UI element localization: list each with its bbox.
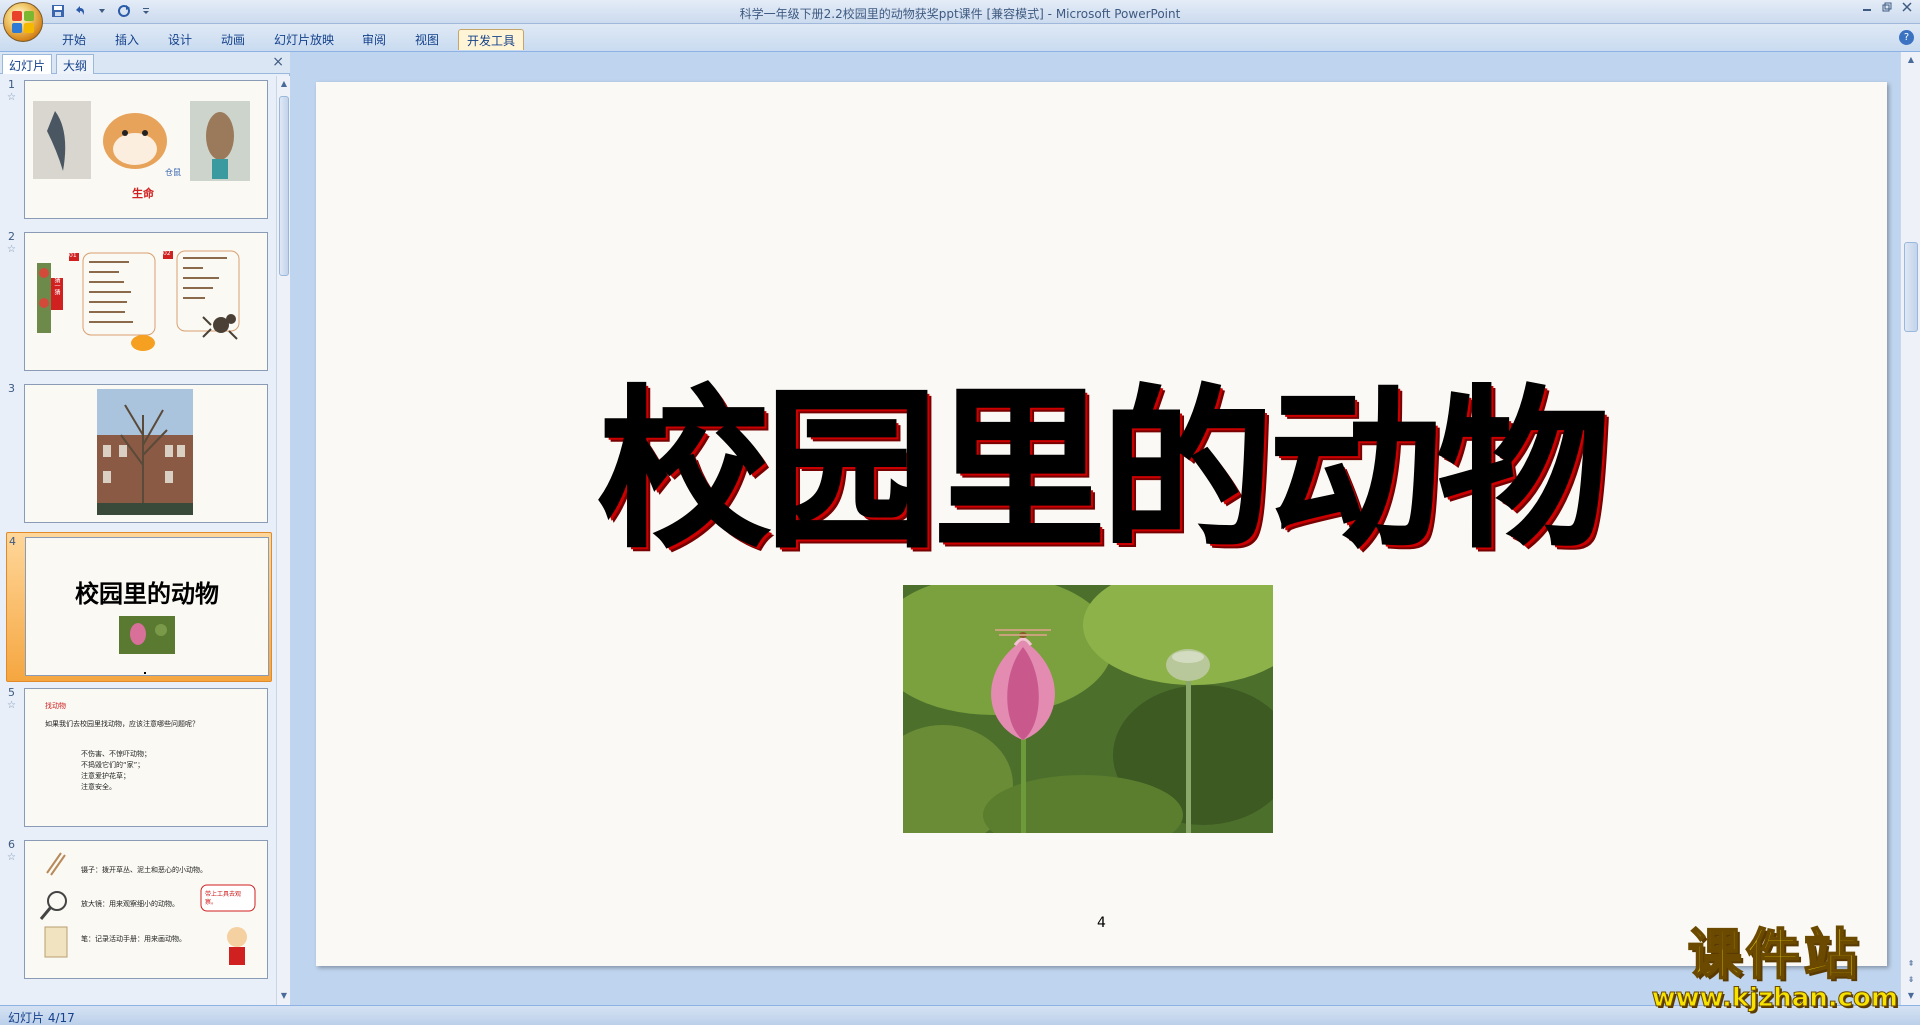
- office-button[interactable]: [3, 2, 43, 42]
- thumb-bubble: 带上工具去观察。: [205, 891, 242, 906]
- animation-star-icon: ☆: [7, 852, 16, 863]
- tab-slideshow[interactable]: 幻灯片放映: [266, 29, 342, 50]
- slide-number: 5: [8, 686, 15, 699]
- thumb-row: 放大镜：用来观察细小的动物。: [81, 900, 179, 908]
- pane-tab-bar: 幻灯片 大纲 ×: [0, 52, 290, 74]
- scrollbar-thumb[interactable]: [1904, 242, 1918, 332]
- thumbnail-canvas: 找动物 如果我们去校园里找动物，应该注意哪些问题呢？ 不伤害、不惊吓动物； 不捣…: [24, 688, 268, 827]
- slide-6-preview: [39, 852, 256, 965]
- slide-thumbnail-5[interactable]: 5 ☆ 找动物 如果我们去校园里找动物，应该注意哪些问题呢？ 不伤害、不惊吓动物…: [6, 684, 272, 834]
- tab-design[interactable]: 设计: [160, 29, 200, 50]
- slides-pane: 幻灯片 大纲 × 1 ☆ 仓鼠 生命 2 ☆ 01 02 猜一猜 3 4 校园里…: [0, 52, 290, 1005]
- watermark-url: www.kjzhan.com: [1651, 983, 1898, 1013]
- window-title: 科学一年级下册2.2校园里的动物获奖ppt课件 [兼容模式] - Microso…: [739, 7, 1181, 21]
- slide-number: 1: [8, 78, 15, 91]
- site-watermark: 课件站 www.kjzhan.com: [1651, 923, 1898, 1013]
- thumbnail-canvas: 仓鼠 生命: [24, 80, 268, 219]
- slide-thumbnail-6[interactable]: 6 ☆ 镊子：拨开草丛、泥土和恶心的小动物。 放大镜：用来观察细小的动物。 笔：…: [6, 836, 272, 986]
- editor-scrollbar[interactable]: ▲ ⇞ ⇟ ▼: [1900, 52, 1920, 1005]
- thumb-caption: 生命: [132, 187, 154, 200]
- thumbnail-canvas: 校园里的动物: [25, 537, 269, 676]
- slide-count-status: 幻灯片 4/17: [8, 1011, 75, 1025]
- thumb-line: 不捣毁它们的“家”；: [81, 761, 145, 769]
- current-slide[interactable]: 校园里的动物 4: [316, 82, 1887, 966]
- animation-star-icon: ☆: [7, 92, 16, 103]
- slide-number: 2: [8, 230, 15, 243]
- slide-3-preview: [97, 389, 193, 515]
- thumbnail-canvas: 镊子：拨开草丛、泥土和恶心的小动物。 放大镜：用来观察细小的动物。 笔：记录活动…: [24, 840, 268, 979]
- thumb-line: 如果我们去校园里找动物，应该注意哪些问题呢？: [45, 720, 199, 728]
- thumb-line: 注意安全。: [81, 783, 116, 791]
- thumb-line: 注意爱护花草；: [81, 772, 130, 780]
- lotus-photo[interactable]: [903, 585, 1273, 833]
- slide-title[interactable]: 校园里的动物: [316, 330, 1887, 580]
- slide-2-preview: [37, 250, 240, 351]
- slide-4-preview: [119, 616, 175, 674]
- thumb-tag-2: 02: [163, 250, 171, 257]
- tab-view[interactable]: 视图: [407, 29, 447, 50]
- restore-icon[interactable]: [1882, 2, 1892, 15]
- thumb-tag-1: 01: [69, 252, 77, 259]
- thumb-banner: 猜一猜: [53, 277, 60, 295]
- thumb-heading: 找动物: [45, 702, 66, 710]
- thumb-row: 镊子：拨开草丛、泥土和恶心的小动物。: [81, 866, 207, 874]
- scroll-up-icon[interactable]: ▲: [1905, 54, 1917, 66]
- office-logo-icon: [12, 11, 34, 33]
- scroll-up-icon[interactable]: ▲: [278, 78, 290, 90]
- slide-thumbnail-3[interactable]: 3: [6, 380, 272, 530]
- tab-insert[interactable]: 插入: [107, 29, 147, 50]
- thumbnail-canvas: 01 02 猜一猜: [24, 232, 268, 371]
- slide-thumbnail-4[interactable]: 4 校园里的动物: [6, 532, 272, 682]
- status-bar: 幻灯片 4/17: [0, 1005, 1920, 1025]
- slide-thumbnail-1[interactable]: 1 ☆ 仓鼠 生命: [6, 76, 272, 226]
- tab-developer[interactable]: 开发工具: [458, 29, 525, 50]
- thumb-line: 不伤害、不惊吓动物；: [81, 750, 151, 758]
- slide-number: 3: [8, 382, 15, 395]
- next-slide-icon[interactable]: ⇟: [1905, 974, 1917, 986]
- tab-home[interactable]: 开始: [54, 29, 94, 50]
- watermark-brand: 课件站: [1687, 923, 1862, 986]
- tab-animations[interactable]: 动画: [213, 29, 253, 50]
- close-window-icon[interactable]: [1902, 2, 1912, 15]
- slide-thumbnail-2[interactable]: 2 ☆ 01 02 猜一猜: [6, 228, 272, 378]
- slide-number: 4: [9, 535, 16, 548]
- thumb-row: 笔：记录活动手册：用来画动物。: [81, 935, 186, 943]
- scroll-down-icon[interactable]: ▼: [278, 990, 290, 1002]
- tab-review[interactable]: 审阅: [354, 29, 394, 50]
- thumbnail-list: 1 ☆ 仓鼠 生命 2 ☆ 01 02 猜一猜 3 4 校园里的动物 5 ☆ 找…: [0, 76, 274, 1005]
- minimize-icon[interactable]: [1862, 2, 1872, 15]
- help-icon[interactable]: ?: [1899, 30, 1914, 45]
- animation-star-icon: ☆: [7, 700, 16, 711]
- scroll-down-icon[interactable]: ▼: [1905, 990, 1917, 1002]
- slide-editor: 校园里的动物 4: [291, 52, 1900, 1005]
- thumbnail-scrollbar[interactable]: ▲ ▼: [276, 76, 290, 1005]
- thumbnail-canvas: [24, 384, 268, 523]
- animation-star-icon: ☆: [7, 244, 16, 255]
- window-controls: [1862, 2, 1912, 15]
- tab-outline[interactable]: 大纲: [56, 54, 95, 74]
- tab-slides[interactable]: 幻灯片: [2, 54, 53, 74]
- scrollbar-thumb[interactable]: [279, 96, 289, 276]
- slide-number: 6: [8, 838, 15, 851]
- close-icon[interactable]: ×: [272, 54, 284, 70]
- title-bar: 科学一年级下册2.2校园里的动物获奖ppt课件 [兼容模式] - Microso…: [0, 0, 1920, 24]
- previous-slide-icon[interactable]: ⇞: [1905, 958, 1917, 970]
- ribbon-tab-bar: 开始 插入 设计 动画 幻灯片放映 审阅 视图 开发工具 ?: [0, 24, 1920, 52]
- thumb-side-label: 仓鼠: [165, 168, 181, 177]
